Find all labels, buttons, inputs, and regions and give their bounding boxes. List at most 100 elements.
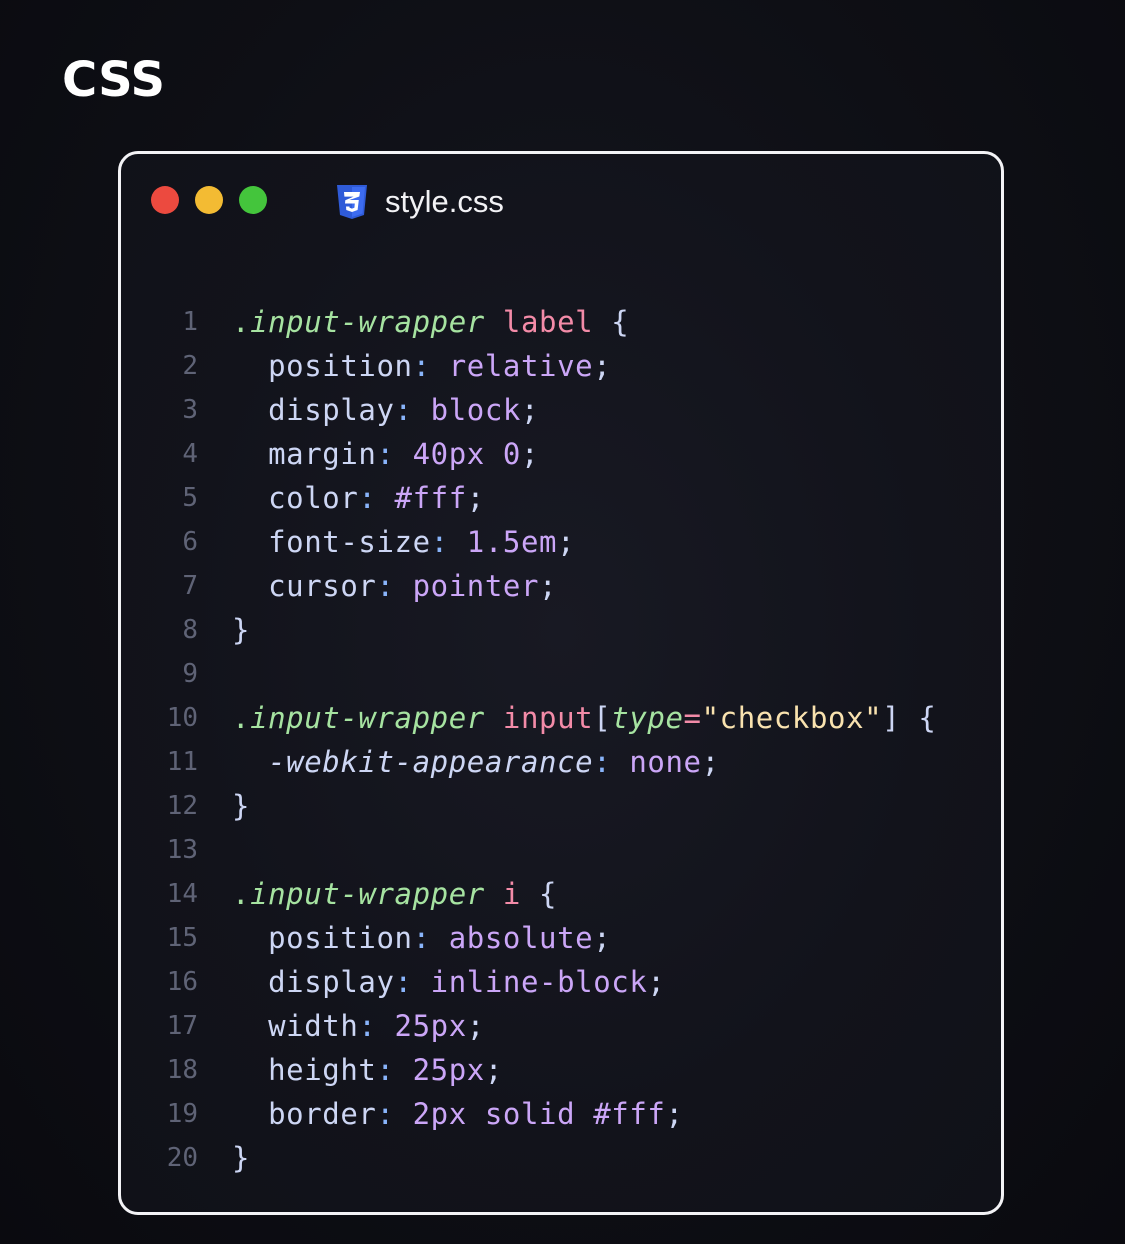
line-number: 20 (166, 1143, 198, 1173)
code-token: -webkit-appearance (232, 745, 594, 779)
code-token: position (232, 921, 413, 955)
line-number: 7 (182, 571, 198, 601)
code-token: ; (665, 1097, 684, 1131)
line-number: 6 (182, 527, 198, 557)
code-token: ; (520, 437, 540, 471)
code-token: ] { (882, 701, 937, 735)
line-code: .input-wrapper label { (232, 305, 629, 339)
line-code: display: block; (232, 393, 539, 427)
line-number: 9 (182, 659, 198, 689)
line-code: margin: 40px 0; (232, 437, 539, 471)
code-token: . (232, 701, 251, 735)
code-token: } (232, 789, 251, 823)
code-token: input-wrapper (250, 701, 485, 735)
code-token: cursor (232, 569, 377, 603)
line-number: 17 (166, 1011, 198, 1041)
line-number: 5 (182, 483, 198, 513)
minimize-window-button[interactable] (195, 186, 223, 214)
code-token: display (232, 393, 395, 427)
code-token: : (376, 437, 413, 471)
line-number: 16 (166, 967, 198, 997)
maximize-window-button[interactable] (239, 186, 267, 214)
code-token: 2px solid #fff (412, 1097, 666, 1131)
line-code: display: inline-block; (232, 965, 665, 999)
code-line: 7 cursor: pointer; (121, 564, 1001, 608)
line-code: width: 25px; (232, 1009, 485, 1043)
code-token: : (412, 921, 449, 955)
line-code: .input-wrapper i { (232, 877, 557, 911)
code-token: [ (593, 701, 612, 735)
line-code: position: absolute; (232, 921, 611, 955)
code-token: } (232, 1141, 251, 1175)
code-token: ; (484, 1053, 503, 1087)
line-number: 12 (166, 791, 198, 821)
line-number: 14 (166, 879, 198, 909)
line-code: border: 2px solid #fff; (232, 1097, 684, 1131)
code-line: 3 display: block; (121, 388, 1001, 432)
line-number: 11 (166, 747, 198, 777)
code-token: type (611, 701, 684, 735)
code-line: 1 .input-wrapper label { (121, 300, 1001, 344)
file-tab[interactable]: style.css (335, 182, 504, 222)
code-token: 25px (394, 1009, 467, 1043)
code-token: : (430, 525, 467, 559)
code-line: 15 position: absolute; (121, 916, 1001, 960)
code-token: "checkbox" (701, 701, 883, 735)
code-line: 20} (121, 1136, 1001, 1180)
code-line: 12} (121, 784, 1001, 828)
line-number: 19 (166, 1099, 198, 1129)
code-token: width (232, 1009, 359, 1043)
code-token: = (683, 701, 702, 735)
code-token: : (412, 349, 449, 383)
code-token: 1.5em (466, 525, 558, 559)
code-token: ; (520, 393, 540, 427)
code-token: display (232, 965, 395, 999)
code-token: : (376, 569, 413, 603)
file-name: style.css (385, 184, 504, 219)
css3-icon (335, 184, 369, 220)
code-line: 16 display: inline-block; (121, 960, 1001, 1004)
code-line: 14 .input-wrapper i { (121, 872, 1001, 916)
code-token: input (502, 701, 594, 735)
line-code: height: 25px; (232, 1053, 503, 1087)
code-token: none (629, 745, 702, 779)
code-token: #fff (394, 481, 467, 515)
code-token: color (232, 481, 359, 515)
code-token: 25px (412, 1053, 485, 1087)
code-line: 5 color: #fff; (121, 476, 1001, 520)
code-token: input-wrapper (250, 877, 485, 911)
code-token: : (394, 965, 431, 999)
line-number: 3 (182, 395, 198, 425)
code-token: . (232, 877, 251, 911)
code-token: margin (232, 437, 377, 471)
line-number: 15 (166, 923, 198, 953)
code-token: . (232, 305, 251, 339)
code-line: 13 (121, 828, 1001, 872)
code-token: 40px 0 (412, 437, 521, 471)
code-token: height (232, 1053, 377, 1087)
code-token: ; (557, 525, 576, 559)
line-number: 10 (166, 703, 198, 733)
code-token: block (430, 393, 521, 427)
code-area[interactable]: 1 .input-wrapper label {2 position: relat… (121, 300, 1001, 1180)
line-number: 13 (166, 835, 198, 865)
code-token: ; (701, 745, 720, 779)
code-token: ; (647, 965, 666, 999)
code-token: : (394, 393, 431, 427)
code-token: : (358, 481, 395, 515)
code-token: ; (593, 921, 612, 955)
line-code: color: #fff; (232, 481, 485, 515)
line-code: position: relative; (232, 349, 611, 383)
code-token: i (502, 877, 521, 911)
close-window-button[interactable] (151, 186, 179, 214)
code-token: : (376, 1053, 413, 1087)
code-line: 8} (121, 608, 1001, 652)
line-code: } (232, 613, 250, 647)
code-token: ; (466, 1009, 485, 1043)
line-code: -webkit-appearance: none; (232, 745, 720, 779)
code-token: { (520, 877, 558, 911)
line-code: cursor: pointer; (232, 569, 557, 603)
